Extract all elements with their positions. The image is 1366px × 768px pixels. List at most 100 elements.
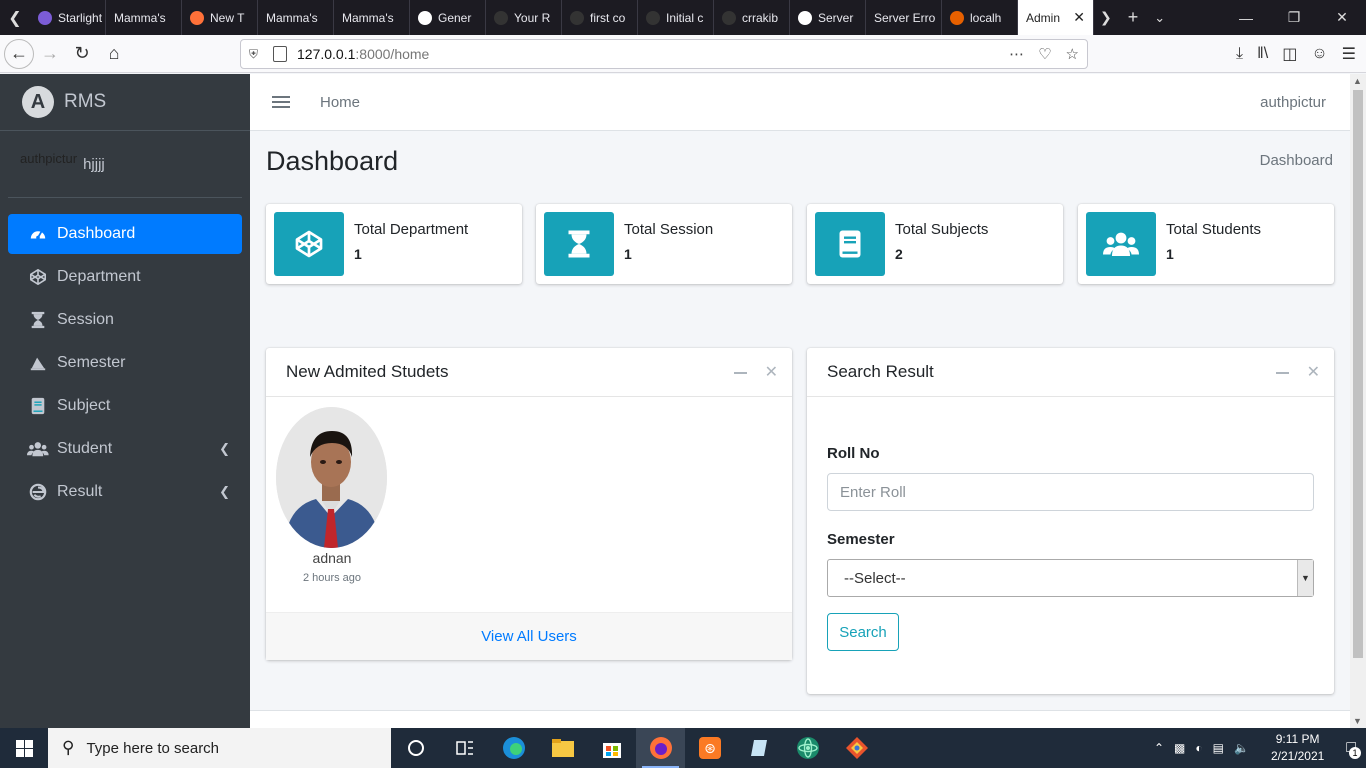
browser-tab[interactable]: crrakib	[714, 0, 790, 35]
cortana-icon[interactable]	[391, 728, 440, 768]
browser-tab[interactable]: localh	[942, 0, 1018, 35]
account-icon[interactable]: ☺	[1311, 45, 1327, 63]
top-user-link[interactable]: authpictur	[1260, 94, 1326, 111]
scrollbar-thumb[interactable]	[1353, 90, 1363, 658]
browser-tab[interactable]: Your R	[486, 0, 562, 35]
tray-app-icon[interactable]: ▩	[1174, 741, 1185, 755]
chevron-left-icon: ❮	[219, 484, 230, 499]
volume-icon[interactable]: 🔈	[1234, 741, 1249, 755]
view-all-users-link[interactable]: View All Users	[266, 612, 792, 660]
browser-tab[interactable]: first co	[562, 0, 638, 35]
back-icon[interactable]: ←	[4, 38, 34, 69]
close-tab-icon[interactable]: ✕	[1073, 9, 1085, 26]
browser-tab[interactable]: Gener	[410, 0, 486, 35]
breadcrumb[interactable]: Dashboard	[1260, 152, 1333, 169]
brand-link[interactable]: A RMS	[0, 74, 250, 131]
semester-select[interactable]: --Select-- ▼	[827, 559, 1314, 597]
browser-tab[interactable]: Starlight R	[30, 0, 106, 35]
git-gui-icon[interactable]	[832, 728, 881, 768]
windows-start-icon[interactable]	[0, 728, 48, 768]
remove-icon[interactable]: ✕	[1307, 362, 1320, 382]
sidebar-item-result[interactable]: Result ❮	[8, 472, 242, 512]
reload-icon[interactable]: ↻	[66, 38, 98, 70]
tab-active-label: Admin	[1026, 10, 1061, 25]
edge-browser-icon[interactable]	[489, 728, 538, 768]
library-icon[interactable]: ‖\	[1257, 45, 1268, 63]
sidebar-item-session[interactable]: Session	[8, 300, 242, 340]
browser-tab[interactable]: Mamma's	[106, 0, 182, 35]
search-result-card: Search Result ✕ Roll No Semester --Selec…	[807, 348, 1334, 694]
page-info-icon[interactable]	[273, 46, 287, 62]
new-tab-icon[interactable]: +	[1128, 7, 1139, 28]
page-scrollbar[interactable]: ▲ ▼	[1350, 74, 1366, 728]
menu-icon[interactable]: ☰	[1342, 44, 1356, 64]
student-name[interactable]: adnan	[282, 550, 382, 566]
tab-scroll-left-icon[interactable]: ❮	[0, 0, 30, 35]
download-icon[interactable]: ⤓	[1236, 45, 1243, 63]
xampp-icon[interactable]: ⊛	[685, 728, 734, 768]
url-bar[interactable]: ⛨ 127.0.0.1 :8000/home ⋯ ♡ ☆	[240, 39, 1088, 69]
browser-tab[interactable]: Server Erro	[866, 0, 942, 35]
browser-nav-bar: ← → ↻ ⌂ ⛨ 127.0.0.1 :8000/home ⋯ ♡ ☆ ⤓ ‖…	[0, 35, 1366, 73]
pocket-icon[interactable]: ♡	[1038, 45, 1051, 63]
user-name-link[interactable]: hjjjj	[83, 156, 105, 173]
brand-logo-icon: A	[22, 86, 54, 118]
tab-scroll-right-icon[interactable]: ❯	[1100, 9, 1112, 26]
url-path: :8000/home	[355, 46, 430, 62]
search-button[interactable]: Search	[827, 613, 899, 651]
editor-icon[interactable]	[734, 728, 783, 768]
collapse-icon[interactable]	[733, 372, 747, 374]
remove-icon[interactable]: ✕	[765, 362, 778, 382]
sidebar-item-subject[interactable]: Subject	[8, 386, 242, 426]
store-icon[interactable]	[587, 728, 636, 768]
sidebar-item-department[interactable]: Department	[8, 257, 242, 297]
notification-icon[interactable]: □1	[1346, 739, 1361, 759]
hamburger-icon[interactable]	[272, 96, 290, 108]
window-close-icon[interactable]: ✕	[1318, 0, 1366, 35]
network-icon[interactable]: ▤	[1213, 741, 1224, 755]
sidebar-item-student[interactable]: Student ❮	[8, 429, 242, 469]
task-view-icon[interactable]	[440, 728, 489, 768]
taskbar-clock[interactable]: 9:11 PM 2/21/2021	[1271, 731, 1324, 765]
browser-tab[interactable]: Mamma's	[334, 0, 410, 35]
chevron-down-icon[interactable]: ▼	[1297, 560, 1313, 596]
tab-active[interactable]: Admin ✕	[1018, 0, 1094, 35]
tab-label: crrakib	[742, 10, 779, 25]
tab-list-chevron-icon[interactable]: ⌄	[1154, 10, 1165, 26]
scroll-up-icon[interactable]: ▲	[1353, 76, 1362, 86]
info-box: Total Session 1	[536, 204, 792, 284]
shield-icon[interactable]: ⛨	[249, 47, 265, 62]
tray-network-monitor-icon[interactable]: ◐	[1195, 741, 1202, 755]
file-explorer-icon[interactable]	[538, 728, 587, 768]
page-actions-icon[interactable]: ⋯	[1009, 45, 1024, 63]
browser-tab[interactable]: New T	[182, 0, 258, 35]
firefox-icon[interactable]	[636, 728, 685, 768]
info-box-label: Total Session	[624, 221, 714, 238]
browser-tab[interactable]: Initial c	[638, 0, 714, 35]
forward-icon[interactable]: →	[34, 38, 66, 70]
roll-input[interactable]	[827, 473, 1314, 511]
tab-label: Server Erro	[874, 10, 936, 25]
nav-home-link[interactable]: Home	[320, 94, 360, 111]
collapse-icon[interactable]	[1275, 372, 1289, 374]
taskbar-search[interactable]: ⚲ Type here to search	[48, 728, 391, 768]
card-title: Search Result	[827, 362, 934, 381]
restore-icon[interactable]: ❐	[1270, 0, 1318, 35]
info-box-value: 1	[354, 246, 362, 262]
info-box-label: Total Students	[1166, 221, 1262, 238]
home-icon[interactable]: ⌂	[98, 38, 130, 70]
student-time: 2 hours ago	[302, 572, 362, 584]
info-box-value: 2	[895, 246, 903, 262]
sidebar-toggle-icon[interactable]: ◫	[1282, 44, 1297, 64]
bookmark-star-icon[interactable]: ☆	[1066, 45, 1079, 63]
scroll-down-icon[interactable]: ▼	[1353, 716, 1362, 726]
browser-tab[interactable]: Mamma's	[258, 0, 334, 35]
minimize-icon[interactable]: —	[1222, 0, 1270, 35]
sidebar-item-dashboard[interactable]: Dashboard	[8, 214, 242, 254]
signature-icon	[27, 353, 49, 373]
atom-icon[interactable]	[783, 728, 832, 768]
chevron-left-icon: ❮	[219, 441, 230, 456]
sidebar-item-semester[interactable]: Semester	[8, 343, 242, 383]
tray-chevron-up-icon[interactable]: ⌃	[1154, 741, 1164, 755]
browser-tab[interactable]: Server	[790, 0, 866, 35]
